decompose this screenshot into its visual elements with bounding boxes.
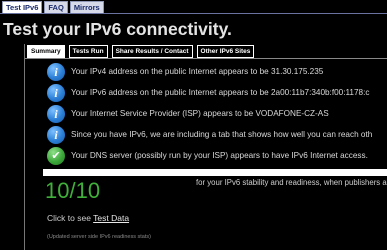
info-icon: i [47,105,65,123]
top-nav: Test IPv6 FAQ Mirrors [2,0,106,13]
page-title: Test your IPv6 connectivity. [3,19,232,39]
result-row-ipv6-address: i Your IPv6 address on the public Intern… [47,84,369,102]
result-row-ipv6-tab-note: i Since you have IPv6, we are including … [47,126,372,144]
result-row-dns-server: ✔ Your DNS server (possibly run by your … [47,147,368,165]
result-row-ipv4-address: i Your IPv4 address on the public Intern… [47,63,323,81]
score-bar [43,169,387,176]
result-text: Your Internet Service Provider (ISP) app… [71,109,329,118]
content-tabs-divider [25,58,387,59]
top-tab-mirrors[interactable]: Mirrors [69,1,104,13]
result-text: Since you have IPv6, we are including a … [71,130,373,139]
top-tab-faq[interactable]: FAQ [44,1,68,13]
test-data-line: Click to see Test Data [47,212,129,224]
content-frame-border [24,44,25,250]
result-text: Your IPv6 address on the public Internet… [71,88,370,97]
result-row-isp: i Your Internet Service Provider (ISP) a… [47,105,329,123]
test-data-link[interactable]: Test Data [93,213,129,223]
updated-note: (Updated server side IPv6 readiness stat… [47,234,151,240]
tab-summary[interactable]: Summary [27,45,65,58]
readiness-score: 10/10 [45,178,101,203]
content-tabs: Summary Tests Run Share Results / Contac… [27,45,258,58]
tab-share-results-contact[interactable]: Share Results / Contact [111,45,193,58]
info-icon: i [47,63,65,81]
top-nav-divider [0,13,387,14]
tab-other-ipv6-sites[interactable]: Other IPv6 Sites [196,45,255,58]
tab-tests-run[interactable]: Tests Run [68,45,108,58]
page-root: Test IPv6 FAQ Mirrors Test your IPv6 con… [0,0,387,250]
test-data-prefix: Click to see [47,213,91,223]
result-text: Your IPv4 address on the public Internet… [71,67,324,76]
result-text: Your DNS server (possibly run by your IS… [71,151,368,160]
score-caption: for your IPv6 stability and readiness, w… [196,178,387,187]
top-tab-test-ipv6[interactable]: Test IPv6 [2,1,43,13]
check-icon: ✔ [47,147,65,165]
info-icon: i [47,126,65,144]
info-icon: i [47,84,65,102]
